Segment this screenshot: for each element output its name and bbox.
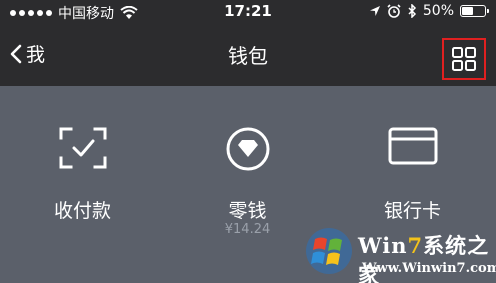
receive-pay-item[interactable]: 收付款 (0, 86, 165, 283)
status-right: 50% (369, 3, 489, 19)
bank-card-icon (388, 127, 437, 165)
wallet-screen: 中国移动 17:21 50% 我 钱包 收付款 零钱 ¥14.24 银行卡 Wi… (0, 0, 496, 283)
location-icon (369, 6, 380, 16)
nav-bar: 我 钱包 (0, 26, 496, 86)
alarm-icon (387, 4, 401, 18)
grid-menu-icon (452, 47, 476, 71)
bank-card-label: 银行卡 (383, 200, 441, 222)
grid-menu-button[interactable] (442, 38, 486, 80)
status-bar: 中国移动 17:21 50% (0, 0, 496, 26)
windows-logo-icon (306, 228, 352, 274)
page-title: 钱包 (228, 44, 268, 68)
wallet-content: 收付款 零钱 ¥14.24 银行卡 Win7系统之家 Www.Winwin7.c… (0, 86, 496, 283)
watermark-brand-prefix: Win (358, 233, 408, 258)
watermark: Win7系统之家 Www.Winwin7.com (300, 222, 496, 283)
watermark-url: Www.Winwin7.com (362, 261, 496, 276)
battery-fill (462, 7, 473, 15)
battery-percent: 50% (422, 3, 454, 19)
scan-pay-icon (59, 127, 106, 169)
battery-icon (460, 5, 489, 17)
bluetooth-icon (408, 4, 416, 18)
watermark-brand-seven: 7 (407, 233, 424, 258)
receive-pay-label: 收付款 (53, 200, 111, 222)
change-label: 零钱 (228, 200, 267, 222)
change-wallet-icon (226, 127, 269, 171)
